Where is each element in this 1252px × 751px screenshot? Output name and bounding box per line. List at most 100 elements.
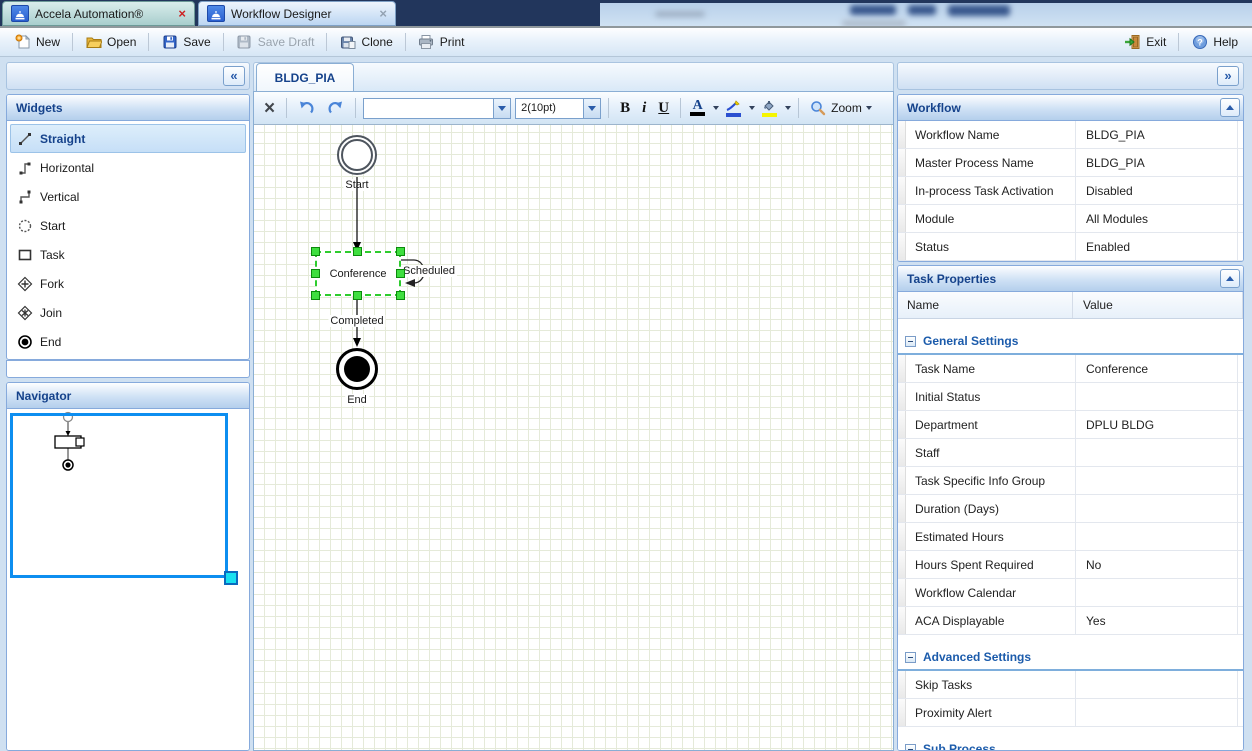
collapse-group-icon[interactable] — [905, 744, 916, 751]
navigator-viewport-rect[interactable] — [10, 413, 228, 578]
zoom-button[interactable]: Zoom — [806, 99, 876, 117]
collapse-right-panel-button[interactable]: » — [1217, 66, 1239, 86]
transition-label-completed[interactable]: Completed — [328, 315, 385, 327]
undo-button[interactable] — [294, 99, 319, 117]
bold-button[interactable]: B — [616, 99, 634, 118]
toolbar-separator — [608, 98, 609, 118]
table-row[interactable]: Staff — [898, 439, 1243, 467]
fill-color-button[interactable] — [759, 99, 779, 118]
workflow-edges — [254, 125, 893, 705]
browser-tab-accela[interactable]: Accela Automation® × — [2, 1, 195, 26]
collapse-task-properties-button[interactable] — [1220, 269, 1240, 288]
task-node-conference[interactable]: Conference — [315, 251, 401, 296]
group-label: Sub Process — [923, 742, 996, 750]
close-tab-icon[interactable]: × — [379, 7, 387, 20]
selection-handle[interactable] — [353, 247, 362, 256]
toolbar-separator — [72, 33, 73, 51]
collapse-group-icon[interactable] — [905, 652, 916, 663]
new-button-label: New — [36, 35, 60, 49]
dropdown-arrow-icon[interactable] — [713, 106, 719, 110]
open-button[interactable]: Open — [79, 32, 142, 53]
table-row[interactable]: ACA Displayable Yes — [898, 607, 1243, 635]
group-header-advanced-settings[interactable]: Advanced Settings — [898, 645, 1243, 671]
widget-item-horizontal[interactable]: Horizontal — [10, 153, 246, 182]
table-row[interactable]: Status Enabled — [898, 233, 1243, 261]
loop-transition-label[interactable]: Scheduled — [401, 265, 457, 277]
close-tab-icon[interactable]: × — [178, 7, 186, 20]
selection-handle[interactable] — [396, 291, 405, 300]
workflow-canvas[interactable]: Start Conference Scheduled Completed — [254, 125, 893, 750]
selection-handle[interactable] — [311, 291, 320, 300]
table-row[interactable]: Hours Spent Required No — [898, 551, 1243, 579]
widget-item-straight[interactable]: Straight — [10, 124, 246, 153]
redo-button[interactable] — [323, 99, 348, 117]
property-name: Status — [906, 233, 1076, 260]
table-row[interactable]: Proximity Alert — [898, 699, 1243, 727]
selection-handle[interactable] — [353, 291, 362, 300]
row-filler — [1238, 233, 1243, 260]
property-value — [1076, 383, 1238, 410]
undo-arrow-icon — [298, 100, 315, 116]
toolbar-separator — [286, 98, 287, 118]
dropdown-arrow-icon[interactable] — [785, 106, 791, 110]
navigator-minimap[interactable] — [7, 409, 249, 750]
row-stub — [898, 495, 906, 522]
table-row[interactable]: Department DPLU BLDG — [898, 411, 1243, 439]
selection-handle[interactable] — [396, 269, 405, 278]
table-row[interactable]: Module All Modules — [898, 205, 1243, 233]
font-color-button[interactable]: A — [688, 99, 707, 117]
workflow-panel: Workflow Workflow Name BLDG_PIA Master P… — [897, 94, 1244, 262]
property-name: Master Process Name — [906, 149, 1076, 176]
table-row[interactable]: In-process Task Activation Disabled — [898, 177, 1243, 205]
print-button[interactable]: Print — [412, 32, 471, 53]
widget-item-vertical[interactable]: Vertical — [10, 182, 246, 211]
widget-item-label: Horizontal — [40, 161, 94, 175]
underline-button[interactable]: U — [654, 99, 673, 118]
widget-item-label: Straight — [40, 132, 85, 146]
delete-button[interactable]: × — [260, 98, 279, 119]
group-header-general-settings[interactable]: General Settings — [898, 329, 1243, 355]
collapse-group-icon[interactable] — [905, 336, 916, 347]
widget-item-join[interactable]: Join — [10, 298, 246, 327]
property-name: Task Name — [906, 355, 1076, 382]
font-family-select[interactable] — [363, 98, 511, 119]
collapse-left-panel-button[interactable]: « — [223, 66, 245, 86]
widgets-panel: Widgets Straight Horizontal — [6, 94, 250, 360]
table-row[interactable]: Task Specific Info Group — [898, 467, 1243, 495]
canvas-tab-bldg-pia[interactable]: BLDG_PIA — [256, 63, 354, 92]
selection-handle[interactable] — [396, 247, 405, 256]
background-window — [600, 0, 1252, 29]
widget-item-task[interactable]: Task — [10, 240, 246, 269]
selection-handle[interactable] — [311, 247, 320, 256]
row-filler — [1238, 149, 1243, 176]
row-stub — [898, 579, 906, 606]
widget-item-start[interactable]: Start — [10, 211, 246, 240]
save-button[interactable]: Save — [155, 32, 216, 53]
task-properties-title: Task Properties — [907, 272, 996, 286]
clone-button[interactable]: Clone — [333, 32, 398, 53]
browser-tab-workflow-designer[interactable]: Workflow Designer × — [198, 1, 396, 26]
table-row[interactable]: Master Process Name BLDG_PIA — [898, 149, 1243, 177]
table-row[interactable]: Estimated Hours — [898, 523, 1243, 551]
table-row[interactable]: Workflow Calendar — [898, 579, 1243, 607]
widget-item-fork[interactable]: Fork — [10, 269, 246, 298]
dropdown-arrow-icon[interactable] — [749, 106, 755, 110]
table-row[interactable]: Task Name Conference — [898, 355, 1243, 383]
selection-handle[interactable] — [311, 269, 320, 278]
table-row[interactable]: Duration (Days) — [898, 495, 1243, 523]
save-draft-button[interactable]: Save Draft — [230, 32, 321, 53]
table-row[interactable]: Workflow Name BLDG_PIA — [898, 121, 1243, 149]
widget-item-end[interactable]: End — [10, 327, 246, 356]
help-button[interactable]: ? Help — [1185, 32, 1244, 53]
table-row[interactable]: Initial Status — [898, 383, 1243, 411]
new-button[interactable]: New — [8, 32, 66, 53]
navigator-viewport-resize-handle[interactable] — [224, 571, 238, 585]
exit-button[interactable]: Exit — [1118, 32, 1172, 53]
table-row[interactable]: Skip Tasks — [898, 671, 1243, 699]
italic-button[interactable]: i — [638, 99, 650, 118]
font-size-select[interactable]: 2(10pt) — [515, 98, 601, 119]
collapse-workflow-panel-button[interactable] — [1220, 98, 1240, 117]
highlight-color-button[interactable] — [723, 99, 743, 118]
chevron-up-icon — [1226, 105, 1234, 110]
group-header-sub-process[interactable]: Sub Process — [898, 737, 1243, 750]
